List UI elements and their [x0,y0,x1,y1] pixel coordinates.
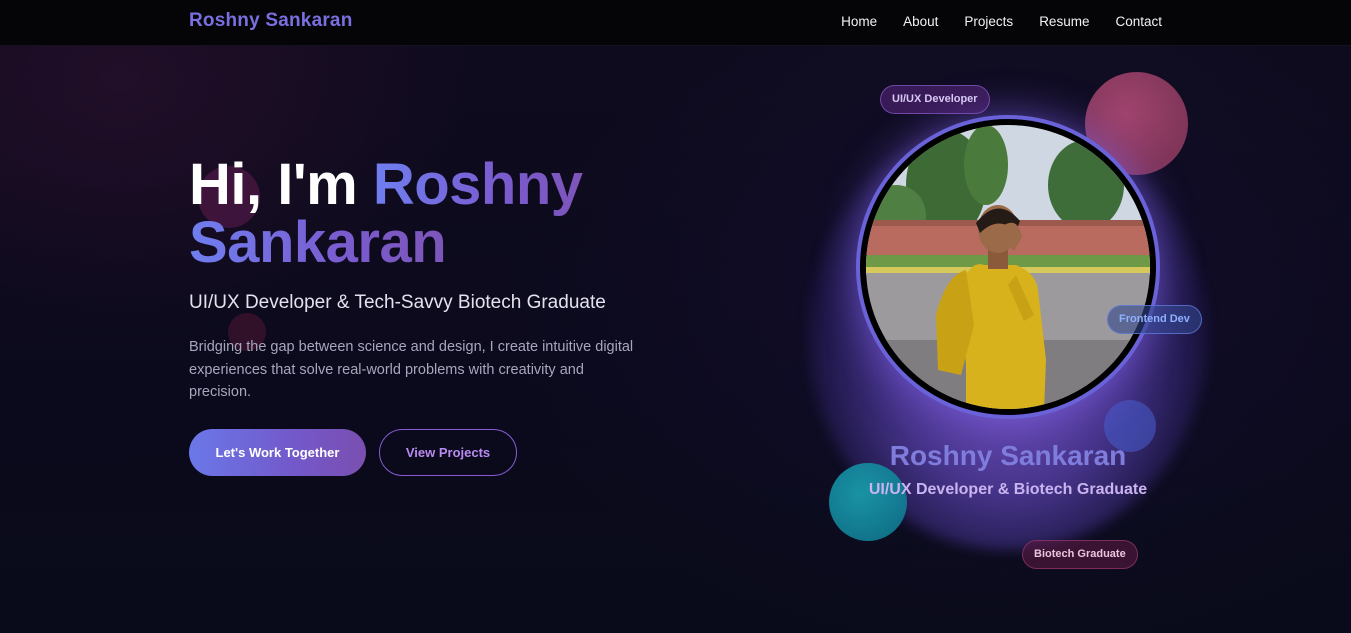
brand-logo[interactable]: Roshny Sankaran [189,10,353,32]
view-projects-button[interactable]: View Projects [379,429,517,476]
hero-description: Bridging the gap between science and des… [189,339,634,400]
hero-first-name: Roshny [372,152,583,217]
nav-link-home[interactable]: Home [841,14,877,29]
lets-work-together-button[interactable]: Let's Work Together [189,429,366,476]
tag-biotech-graduate: Biotech Graduate [1022,540,1138,569]
hero-title: Hi, I'm Roshny Sankaran [189,156,749,272]
tag-ui-ux-developer: UI/UX Developer [880,85,990,114]
top-nav: Roshny Sankaran Home About Projects Resu… [0,0,1351,46]
profile-photo [866,125,1150,409]
profile-role: UI/UX Developer & Biotech Graduate [868,481,1148,498]
hero-last-name: Sankaran [189,210,447,275]
nav-link-resume[interactable]: Resume [1039,14,1089,29]
hero-greeting: Hi, I'm [189,152,358,217]
hero-subtitle: UI/UX Developer & Tech-Savvy Biotech Gra… [189,292,606,313]
nav-link-projects[interactable]: Projects [964,14,1013,29]
nav-link-contact[interactable]: Contact [1115,14,1162,29]
decor-blob [829,463,907,541]
nav-links: Home About Projects Resume Contact [841,14,1162,29]
profile-name: Roshny Sankaran [889,440,1127,471]
page: Roshny Sankaran Home About Projects Resu… [0,0,1351,633]
nav-link-about[interactable]: About [903,14,938,29]
tag-frontend-dev: Frontend Dev [1107,305,1202,334]
profile-avatar [856,115,1160,419]
photo-illustration [866,125,1150,409]
